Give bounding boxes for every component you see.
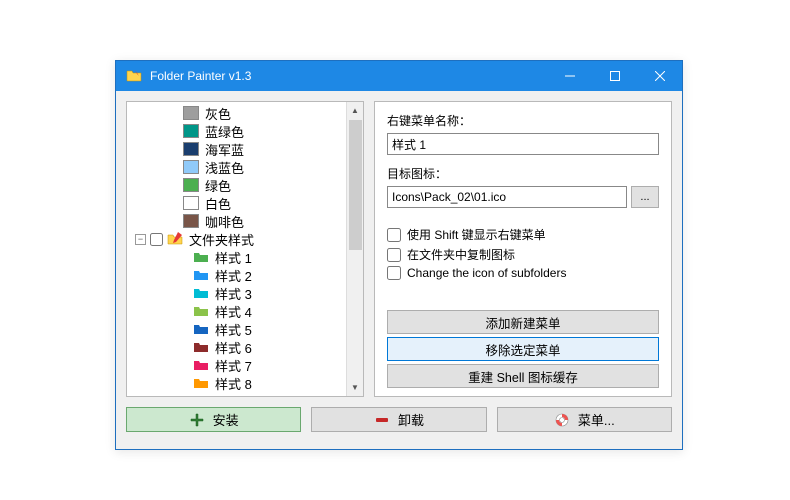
color-swatch <box>183 142 199 156</box>
tree-color-item[interactable]: 咖啡色 <box>127 212 363 230</box>
tree-label: 白色 <box>205 194 231 213</box>
menu-name-label: 右键菜单名称： <box>387 112 659 129</box>
style-parent-icon <box>167 231 183 247</box>
tree-label: 文件夹样式 <box>189 230 254 249</box>
tree-style-item[interactable]: 样式 8 <box>127 374 363 392</box>
color-swatch <box>183 178 199 192</box>
tree-style-item[interactable]: 样式 4 <box>127 302 363 320</box>
check-label: 使用 Shift 键显示右键菜单 <box>407 226 546 243</box>
scroll-up-icon[interactable]: ▲ <box>347 102 363 119</box>
folder-icon <box>193 267 209 283</box>
tree-color-item[interactable]: 蓝绿色 <box>127 122 363 140</box>
tree-color-item[interactable]: 海军蓝 <box>127 140 363 158</box>
tree-label: 蓝绿色 <box>205 122 244 141</box>
folder-icon <box>193 321 209 337</box>
minimize-button[interactable] <box>547 61 592 91</box>
expander-icon[interactable]: − <box>135 234 146 245</box>
subfolder-checkbox[interactable] <box>387 266 401 280</box>
tree-label: 浅蓝色 <box>205 158 244 177</box>
tree-label: 样式 6 <box>215 338 252 357</box>
color-swatch <box>183 106 199 120</box>
tree-style-item[interactable]: 样式 5 <box>127 320 363 338</box>
folder-icon <box>193 357 209 373</box>
check-label: Change the icon of subfolders <box>407 266 566 280</box>
uninstall-button[interactable]: 卸载 <box>311 407 486 432</box>
tree-color-item[interactable]: 浅蓝色 <box>127 158 363 176</box>
button-label: 安装 <box>213 410 239 429</box>
properties-panel: 右键菜单名称： 目标图标： ... 使用 Shift 键显示右键菜单 在文件夹中… <box>374 101 672 397</box>
install-button[interactable]: 安装 <box>126 407 301 432</box>
tree-label: 样式 8 <box>215 374 252 393</box>
folder-icon <box>193 285 209 301</box>
tree-style-item[interactable]: 样式 7 <box>127 356 363 374</box>
tree-style-item[interactable]: 样式 1 <box>127 248 363 266</box>
tree-label: 绿色 <box>205 176 231 195</box>
app-icon <box>126 68 142 84</box>
tree-label: 样式 1 <box>215 248 252 267</box>
tree-label: 样式 2 <box>215 266 252 285</box>
tree-label: 样式 3 <box>215 284 252 303</box>
color-swatch <box>183 160 199 174</box>
shift-checkbox[interactable] <box>387 228 401 242</box>
app-window: Folder Painter v1.3 灰色 蓝绿色 海军蓝 浅蓝色 绿色 白色… <box>115 60 683 450</box>
tree-label: 样式 5 <box>215 320 252 339</box>
maximize-button[interactable] <box>592 61 637 91</box>
folder-icon <box>193 249 209 265</box>
scroll-thumb[interactable] <box>349 120 362 250</box>
button-label: 菜单... <box>578 410 615 429</box>
check-label: 在文件夹中复制图标 <box>407 246 515 263</box>
scroll-down-icon[interactable]: ▼ <box>347 379 363 396</box>
content: 灰色 蓝绿色 海军蓝 浅蓝色 绿色 白色 咖啡色 − 文件夹样式 样式 1 <box>116 91 682 407</box>
lifebuoy-icon <box>554 412 570 428</box>
tree-label: 样式 7 <box>215 356 252 375</box>
folder-icon <box>193 303 209 319</box>
tree-parent-styles[interactable]: − 文件夹样式 <box>127 230 363 248</box>
rebuild-cache-button[interactable]: 重建 Shell 图标缓存 <box>387 364 659 388</box>
tree-label: 样式 4 <box>215 302 252 321</box>
color-swatch <box>183 124 199 138</box>
menu-name-input[interactable] <box>387 133 659 155</box>
styles-checkbox[interactable] <box>150 233 163 246</box>
tree-label: 海军蓝 <box>205 140 244 159</box>
button-label: 卸载 <box>398 410 424 429</box>
close-button[interactable] <box>637 61 682 91</box>
folder-icon <box>193 339 209 355</box>
copy-checkbox[interactable] <box>387 248 401 262</box>
target-icon-label: 目标图标： <box>387 165 659 182</box>
color-swatch <box>183 196 199 210</box>
tree-label: 咖啡色 <box>205 212 244 231</box>
bottom-bar: 安装 卸载 菜单... <box>116 407 682 442</box>
add-menu-button[interactable]: 添加新建菜单 <box>387 310 659 334</box>
check-row-copy[interactable]: 在文件夹中复制图标 <box>387 246 659 263</box>
scrollbar[interactable]: ▲ ▼ <box>346 102 363 396</box>
tree-style-item[interactable]: 样式 3 <box>127 284 363 302</box>
plus-icon <box>189 412 205 428</box>
target-icon-input[interactable] <box>387 186 627 208</box>
titlebar: Folder Painter v1.3 <box>116 61 682 91</box>
check-row-shift[interactable]: 使用 Shift 键显示右键菜单 <box>387 226 659 243</box>
color-swatch <box>183 214 199 228</box>
tree-color-item[interactable]: 灰色 <box>127 104 363 122</box>
title-text: Folder Painter v1.3 <box>150 69 547 83</box>
tree-style-item[interactable]: 样式 2 <box>127 266 363 284</box>
tree-panel: 灰色 蓝绿色 海军蓝 浅蓝色 绿色 白色 咖啡色 − 文件夹样式 样式 1 <box>126 101 364 397</box>
tree-style-item[interactable]: 样式 6 <box>127 338 363 356</box>
remove-menu-button[interactable]: 移除选定菜单 <box>387 337 659 361</box>
tree-color-item[interactable]: 绿色 <box>127 176 363 194</box>
menu-button[interactable]: 菜单... <box>497 407 672 432</box>
tree: 灰色 蓝绿色 海军蓝 浅蓝色 绿色 白色 咖啡色 − 文件夹样式 样式 1 <box>127 104 363 392</box>
tree-label: 灰色 <box>205 104 231 123</box>
check-row-subfolder[interactable]: Change the icon of subfolders <box>387 266 659 280</box>
folder-icon <box>193 375 209 391</box>
tree-color-item[interactable]: 白色 <box>127 194 363 212</box>
minus-icon <box>374 412 390 428</box>
browse-button[interactable]: ... <box>631 186 659 208</box>
